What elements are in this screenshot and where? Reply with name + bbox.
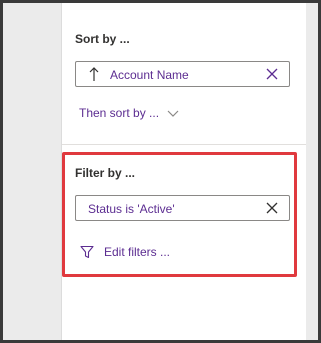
sort-field-chip[interactable]: Account Name bbox=[75, 61, 290, 87]
then-sort-by-dropdown[interactable]: Then sort by ... bbox=[79, 106, 179, 120]
sort-ascending-icon bbox=[88, 66, 100, 82]
left-rail bbox=[3, 3, 62, 340]
sort-section-title: Sort by ... bbox=[75, 32, 130, 46]
sort-field-label: Account Name bbox=[110, 68, 189, 82]
then-sort-label: Then sort by ... bbox=[79, 106, 160, 120]
section-divider bbox=[62, 144, 306, 145]
right-edge bbox=[305, 3, 318, 340]
remove-sort-icon[interactable] bbox=[265, 67, 279, 81]
filter-highlight-box bbox=[62, 152, 297, 277]
chevron-down-icon bbox=[167, 108, 179, 118]
